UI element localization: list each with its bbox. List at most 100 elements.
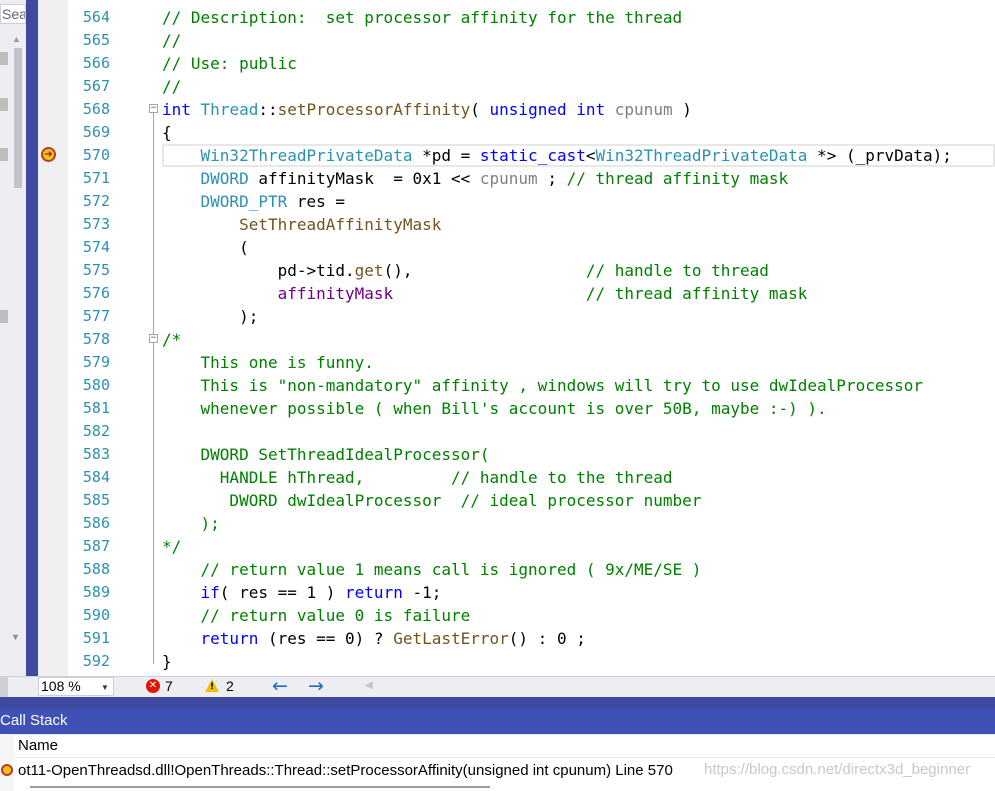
code-line[interactable]: DWORD SetThreadIdealProcessor(	[162, 443, 952, 466]
code-line[interactable]: );	[162, 305, 952, 328]
clipped-row-text	[30, 786, 490, 788]
code-token: GetLastError	[393, 629, 509, 648]
code-token: return	[200, 629, 259, 648]
navigate-forward-icon[interactable]: →	[308, 675, 324, 697]
code-line[interactable]: int Thread::setProcessorAffinity( unsign…	[162, 98, 952, 121]
code-line[interactable]: DWORD dwIdealProcessor // ideal processo…	[162, 489, 952, 512]
code-line[interactable]: This one is funny.	[162, 351, 952, 374]
code-line[interactable]: DWORD affinityMask = 0x1 << cpunum ; // …	[162, 167, 952, 190]
code-line[interactable]: return (res == 0) ? GetLastError() : 0 ;	[162, 627, 952, 650]
line-number: 569	[82, 123, 110, 141]
error-count[interactable]: 7	[165, 678, 173, 695]
line-number: 591	[82, 629, 110, 647]
code-token: <	[585, 146, 596, 165]
code-line[interactable]: // Use: public	[162, 52, 952, 75]
code-line[interactable]: {	[162, 121, 952, 144]
code-line[interactable]: Win32ThreadPrivateData *pd = static_cast…	[162, 144, 952, 167]
code-token: //	[162, 31, 182, 50]
code-line[interactable]: DWORD_PTR res =	[162, 190, 952, 213]
code-line[interactable]: // Description: set processor affinity f…	[162, 6, 952, 29]
left-scrollbar-thumb[interactable]	[14, 48, 22, 188]
code-token: static_cast	[479, 146, 586, 165]
panel-divider[interactable]	[26, 0, 38, 700]
current-statement-arrow-icon: ➜	[41, 147, 56, 162]
scroll-up-icon[interactable]: ▲	[12, 34, 21, 44]
line-number: 572	[82, 192, 110, 210]
tree-item-marker	[0, 52, 8, 65]
scroll-down-icon[interactable]: ▼	[11, 632, 20, 642]
code-line[interactable]: whenever possible ( when Bill's account …	[162, 397, 952, 420]
code-token: int	[576, 100, 606, 119]
code-token: ;	[537, 169, 567, 188]
current-frame-arrow-icon	[1, 764, 13, 776]
code-line[interactable]: // return value 1 means call is ignored …	[162, 558, 952, 581]
line-number: 578	[82, 330, 110, 348]
call-stack-title[interactable]: Call Stack	[0, 709, 995, 734]
navigate-back-icon[interactable]: ←	[272, 675, 288, 697]
scroll-left-icon[interactable]: ◀	[365, 680, 373, 691]
code-line[interactable]: (	[162, 236, 952, 259]
code-line[interactable]: pd->tid.get(), // handle to thread	[162, 259, 952, 282]
code-token: /*	[162, 330, 182, 349]
line-number: 587	[82, 537, 110, 555]
code-line[interactable]: if( res == 1 ) return -1;	[162, 581, 952, 604]
code-token: DWORD_PTR	[200, 192, 288, 211]
code-line[interactable]: }	[162, 650, 952, 673]
column-header-name[interactable]: Name	[14, 734, 995, 758]
code-token: cpunum	[614, 100, 673, 119]
chevron-down-icon[interactable]: ▼	[101, 683, 109, 692]
status-corner	[0, 676, 8, 697]
code-token: // return value 1 means call is ignored …	[200, 560, 702, 579]
line-number: 590	[82, 606, 110, 624]
line-number: 565	[82, 31, 110, 49]
collapse-icon[interactable]: −	[149, 334, 158, 343]
indicator-margin[interactable]	[38, 0, 68, 676]
code-line[interactable]: SetThreadAffinityMask	[162, 213, 952, 236]
code-token: (	[470, 100, 490, 119]
code-token: HANDLE hThread, // handle to the thread	[162, 468, 673, 487]
code-line[interactable]: //	[162, 75, 952, 98]
code-line[interactable]: // return value 0 is failure	[162, 604, 952, 627]
code-token: SetThreadAffinityMask	[239, 215, 442, 234]
collapse-icon[interactable]: −	[149, 104, 158, 113]
warning-count[interactable]: 2	[226, 678, 234, 695]
line-number: 585	[82, 491, 110, 509]
code-line[interactable]	[162, 420, 952, 443]
code-line[interactable]: affinityMask // thread affinity mask	[162, 282, 952, 305]
line-number: 573	[82, 215, 110, 233]
code-line[interactable]: */	[162, 535, 952, 558]
code-line[interactable]: //	[162, 29, 952, 52]
code-token: *> (_prvData);	[807, 146, 952, 165]
line-number: 564	[82, 8, 110, 26]
call-stack-frame-text[interactable]: ot11-OpenThreadsd.dll!OpenThreads::Threa…	[18, 759, 673, 782]
code-line[interactable]: HANDLE hThread, // handle to the thread	[162, 466, 952, 489]
code-token: whenever possible ( when Bill's account …	[162, 399, 827, 418]
code-line[interactable]: This is "non-mandatory" affinity , windo…	[162, 374, 952, 397]
code-editor[interactable]: ➜ 564 565 566 567 568 569 570 571 572 573 574 575 57…	[38, 0, 995, 676]
watermark: https://blog.csdn.net/directx3d_beginner	[704, 761, 971, 778]
tree-item-marker	[0, 148, 8, 161]
code-token: {	[162, 123, 172, 142]
code-token: if	[200, 583, 220, 602]
code-token: get	[354, 261, 384, 280]
solution-search-input[interactable]: Sear	[0, 4, 26, 24]
code-token: );	[162, 307, 259, 326]
line-number: 584	[82, 468, 110, 486]
line-number: 567	[82, 77, 110, 95]
code-token: () : 0 ;	[508, 629, 586, 648]
code-text[interactable]: // Description: set processor affinity f…	[162, 6, 952, 673]
table-row[interactable]	[30, 783, 530, 791]
error-icon[interactable]: ✕	[146, 679, 160, 693]
code-token: */	[162, 537, 182, 556]
window-splitter[interactable]	[0, 697, 995, 709]
code-line[interactable]: /*	[162, 328, 952, 351]
code-line[interactable]: );	[162, 512, 952, 535]
